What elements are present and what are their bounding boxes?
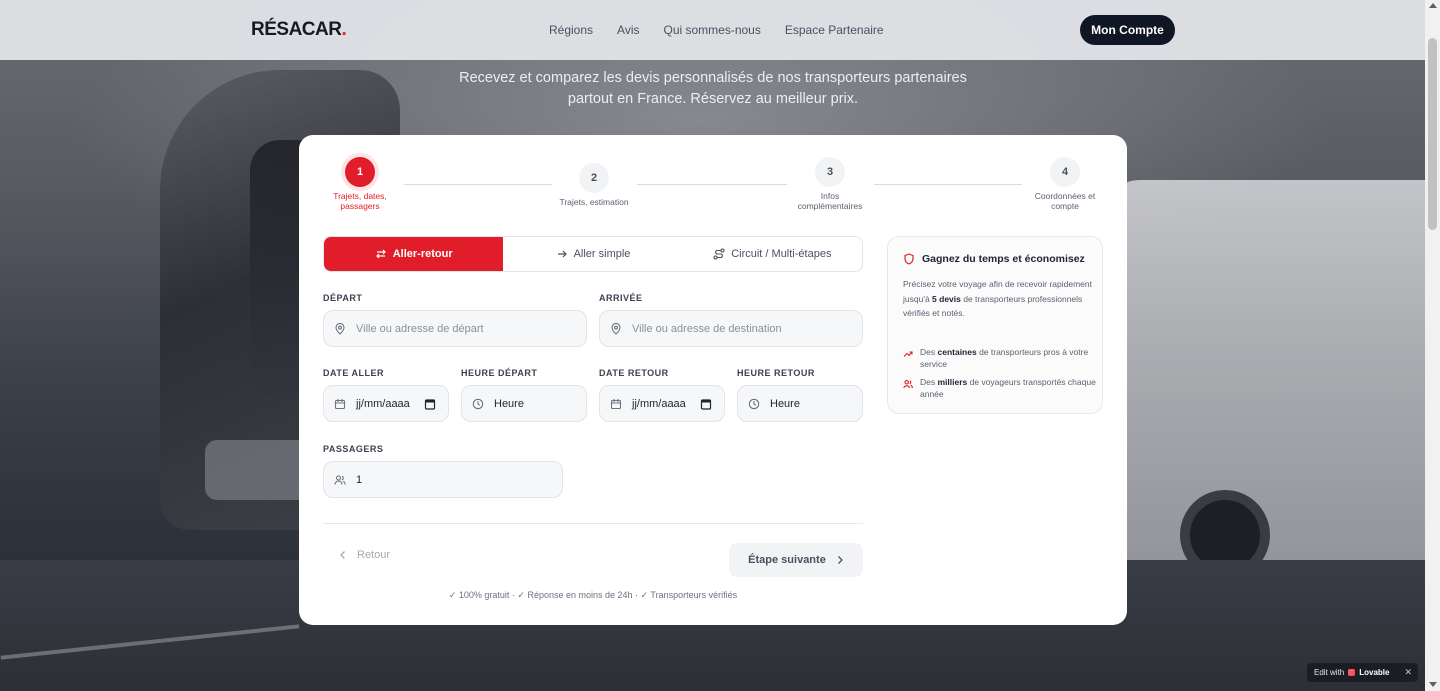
badge-brand: Lovable [1359,668,1390,677]
departure-placeholder: Ville ou adresse de départ [356,322,484,335]
nav-link-about[interactable]: Qui sommes-nous [663,23,760,37]
perk-carriers: Des centaines de transporteurs pros à vo… [903,347,1098,370]
shield-icon [904,253,914,265]
stepper-connector [874,184,1022,185]
departure-input[interactable]: Ville ou adresse de départ [323,310,587,347]
step-label: Trajets, estimation [559,197,629,207]
date-out-value: jj/mm/aaaa [356,397,410,410]
calendar-picker-icon[interactable] [424,398,436,410]
step-number: 2 [579,163,609,193]
step-3: 3 Infos complémentaires [785,157,875,211]
step-label: Infos complémentaires [797,191,863,211]
passengers-input[interactable]: 1 [323,461,563,498]
chevron-left-icon [340,551,345,559]
step-4: 4 Coordonnées et compte [1020,157,1110,211]
logo-text: RÉSACAR [251,19,342,40]
scroll-down-arrow-icon[interactable] [1429,682,1437,687]
step-label: Coordonnées et compte [1034,191,1096,211]
route-icon [713,248,725,260]
scroll-up-arrow-icon[interactable] [1429,3,1437,8]
tab-label: Aller-retour [392,248,453,260]
booking-card: 1 Trajets, dates, passagers 2 Trajets, es… [299,135,1127,625]
trust-footnote: ✓ 100% gratuit · ✓ Réponse en moins de 2… [448,590,738,600]
panel-description: Précisez votre voyage afin de recevoir r… [903,279,1092,318]
trip-type-tabs: Aller-retour Aller simple Circuit / Mult… [323,236,863,272]
nav-link-avis[interactable]: Avis [617,23,639,37]
arrival-label: ARRIVÉE [599,293,643,303]
account-button[interactable]: Mon Compte [1080,15,1175,45]
date-return-value: jj/mm/aaaa [632,397,686,410]
date-out-label: DATE ALLER [323,368,384,378]
lovable-heart-icon [1348,669,1356,676]
badge-prefix: Edit with [1314,668,1345,677]
time-out-input[interactable]: Heure [461,385,587,422]
hero-subtitle: Recevez et comparez les devis personnali… [400,68,1026,110]
step-number: 3 [815,157,845,187]
step-1: 1 Trajets, dates, passagers [320,157,400,211]
date-out-input[interactable]: jj/mm/aaaa [323,385,449,422]
tab-label: Circuit / Multi-étapes [731,248,832,260]
users-icon [903,380,913,389]
calendar-icon [334,398,346,409]
page-scrollbar[interactable] [1425,0,1440,691]
close-icon[interactable]: ✕ [1404,667,1412,678]
passengers-value: 1 [356,473,363,486]
time-out-value: Heure [494,397,524,410]
arrival-placeholder: Ville ou adresse de destination [632,322,782,335]
trending-up-icon [903,351,913,357]
time-return-value: Heure [770,397,800,410]
stepper-connector [404,184,552,185]
logo[interactable]: RÉSACAR. [251,19,347,41]
tab-label: Aller simple [573,248,631,260]
edit-with-lovable-badge[interactable]: Edit with Lovable ✕ [1307,663,1418,682]
site-header: RÉSACAR. Régions Avis Qui sommes-nous Es… [0,0,1425,60]
date-return-input[interactable]: jj/mm/aaaa [599,385,725,422]
scrollbar-thumb[interactable] [1428,38,1437,230]
step-number: 1 [345,157,375,187]
calendar-picker-icon[interactable] [700,398,712,410]
map-pin-icon [335,322,345,335]
hero-subtitle-line2: partout en France. Réservez au meilleur … [567,91,859,107]
nav-link-regions[interactable]: Régions [549,23,593,37]
time-return-input[interactable]: Heure [737,385,863,422]
arrow-right-icon [557,250,567,258]
panel-title: Gagnez du temps et économisez [903,253,1085,265]
back-button-label: Retour [357,549,391,561]
map-pin-icon [611,322,621,335]
step-label: Trajets, dates, passagers [333,191,387,211]
clock-icon [472,398,484,409]
time-return-label: HEURE RETOUR [737,368,815,378]
perk-travellers: Des milliers de voyageurs transportés ch… [903,377,1098,400]
date-return-label: DATE RETOUR [599,368,669,378]
tab-one-way[interactable]: Aller simple [503,237,682,271]
step-2: 2 Trajets, estimation [549,163,639,207]
time-out-label: HEURE DÉPART [461,368,538,378]
benefits-panel: Gagnez du temps et économisez Précisez v… [887,236,1103,414]
tab-circuit[interactable]: Circuit / Multi-étapes [683,237,862,271]
swap-arrows-icon [375,249,386,259]
tab-round-trip[interactable]: Aller-retour [324,237,504,271]
next-step-button[interactable]: Étape suivante [729,543,863,577]
step-number: 4 [1050,157,1080,187]
calendar-icon [610,398,622,409]
arrival-input[interactable]: Ville ou adresse de destination [599,310,863,347]
back-button[interactable]: Retour [339,549,390,561]
users-icon [334,474,346,485]
form-divider [323,523,863,524]
next-step-label: Étape suivante [748,554,826,566]
hero-subtitle-line1: Recevez et comparez les devis personnali… [459,70,967,86]
main-nav: Régions Avis Qui sommes-nous Espace Part… [549,23,908,37]
panel-title-text: Gagnez du temps et économisez [922,253,1085,265]
passengers-label: PASSAGERS [323,444,384,454]
nav-link-partner[interactable]: Espace Partenaire [785,23,884,37]
clock-icon [748,398,760,409]
stepper-connector [637,184,787,185]
logo-dot: . [341,19,347,40]
chevron-right-icon [837,556,843,564]
departure-label: DÉPART [323,293,363,303]
